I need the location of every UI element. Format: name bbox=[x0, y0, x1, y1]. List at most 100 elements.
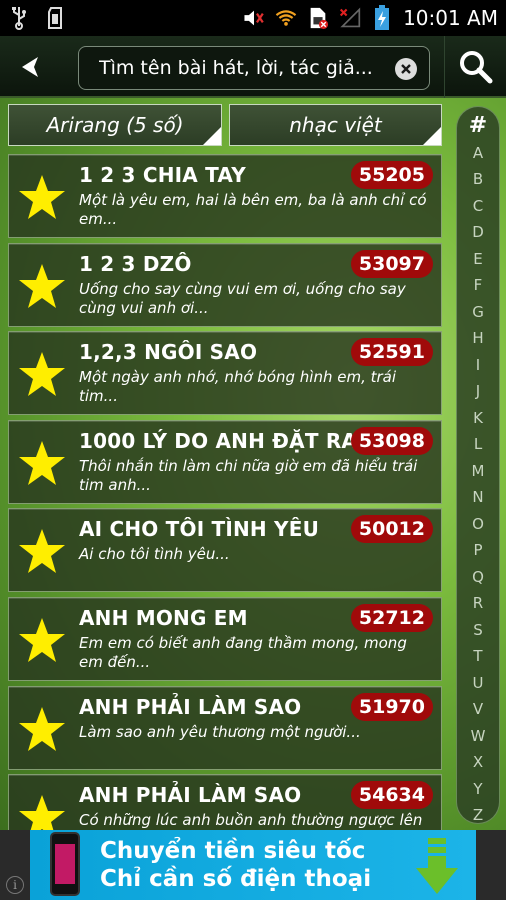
alpha-index-item[interactable]: K bbox=[457, 405, 499, 432]
song-code-badge: 50012 bbox=[350, 515, 433, 544]
alpha-index-item[interactable]: X bbox=[457, 749, 499, 776]
song-row[interactable]: ANH MONG EM 52712 Em em có biết anh đang… bbox=[8, 596, 442, 681]
alpha-index-item[interactable]: W bbox=[457, 723, 499, 750]
song-lyric: Một là yêu em, hai là bên em, ba là anh … bbox=[79, 191, 427, 228]
song-list-area: Arirang (5 số) nhạc việt 1 2 3 CHIA TAY … bbox=[0, 98, 506, 830]
song-lyric: Uống cho say cùng vui em ơi, uống cho sa… bbox=[79, 279, 406, 317]
alpha-index-item[interactable]: U bbox=[457, 670, 499, 697]
ad-content[interactable]: Chuyển tiền siêu tốc Chỉ cần số điện tho… bbox=[30, 830, 476, 900]
song-title: AI CHO TÔI TÌNH YÊU bbox=[79, 517, 320, 542]
alpha-index-item[interactable]: G bbox=[457, 299, 499, 326]
alpha-index-item[interactable]: B bbox=[457, 166, 499, 193]
status-bar: 10:01 AM bbox=[0, 0, 506, 36]
alpha-index-item[interactable]: V bbox=[457, 696, 499, 723]
search-input[interactable]: Tìm tên bài hát, lời, tác giả... bbox=[78, 46, 430, 90]
dropdown-corner-icon bbox=[203, 127, 221, 145]
genre-filter-label: nhạc việt bbox=[289, 113, 382, 137]
song-title: ANH PHẢI LÀM SAO bbox=[79, 783, 302, 808]
song-title: 1 2 3 DZÔ bbox=[79, 251, 192, 276]
ad-subline: Chỉ cần số điện thoại bbox=[100, 866, 372, 892]
alpha-index-item[interactable]: I bbox=[457, 352, 499, 379]
search-header: Tìm tên bài hát, lời, tác giả... bbox=[0, 36, 506, 98]
song-row[interactable]: 1 2 3 CHIA TAY 55205 Một là yêu em, hai … bbox=[8, 154, 442, 238]
songbook-filter[interactable]: Arirang (5 số) bbox=[8, 104, 222, 146]
song-code-badge: 51970 bbox=[350, 692, 433, 721]
alpha-index-item[interactable]: J bbox=[457, 378, 499, 405]
phone-icon bbox=[50, 832, 80, 896]
clock: 10:01 AM bbox=[403, 6, 498, 30]
alpha-index-item[interactable]: R bbox=[457, 590, 499, 617]
search-placeholder: Tìm tên bài hát, lời, tác giả... bbox=[99, 57, 373, 79]
song-row[interactable]: 1000 LÝ DO ANH ĐẶT RA 53098 Thôi nhắn ti… bbox=[8, 419, 442, 504]
battery-charging-icon bbox=[371, 5, 393, 30]
favorite-star-icon[interactable] bbox=[17, 793, 67, 830]
alpha-index-item[interactable]: P bbox=[457, 537, 499, 564]
sd-card-icon bbox=[44, 7, 66, 29]
ad-headline: Chuyển tiền siêu tốc bbox=[100, 838, 366, 864]
search-button[interactable] bbox=[444, 36, 506, 98]
alpha-index-item[interactable]: Z bbox=[457, 802, 499, 829]
song-code-badge: 53098 bbox=[350, 426, 433, 455]
alpha-index-item[interactable]: H bbox=[457, 325, 499, 352]
alpha-index-item[interactable]: # bbox=[457, 113, 499, 140]
song-lyric: Thôi nhắn tin làm chi nữa giờ em đã hiểu… bbox=[79, 456, 418, 494]
song-title: 1 2 3 CHIA TAY bbox=[79, 163, 246, 187]
no-signal-icon bbox=[339, 7, 361, 29]
favorite-star-icon[interactable] bbox=[17, 439, 67, 487]
alpha-index-item[interactable]: S bbox=[457, 617, 499, 644]
favorite-star-icon[interactable] bbox=[17, 527, 67, 575]
songbook-filter-label: Arirang (5 số) bbox=[46, 113, 184, 137]
alphabet-index[interactable]: # A B C D E F G H I J K L M N O P Q R S … bbox=[456, 106, 500, 824]
song-row[interactable]: AI CHO TÔI TÌNH YÊU 50012 Ai cho tôi tìn… bbox=[8, 508, 442, 593]
song-list: 1 2 3 CHIA TAY 55205 Một là yêu em, hai … bbox=[8, 154, 442, 830]
alpha-index-item[interactable]: N bbox=[457, 484, 499, 511]
song-row[interactable]: ANH PHẢI LÀM SAO 54634 Có những lúc anh … bbox=[8, 774, 442, 830]
alpha-index-item[interactable]: O bbox=[457, 511, 499, 538]
alpha-index-item[interactable]: M bbox=[457, 458, 499, 485]
song-code-badge: 55205 bbox=[350, 161, 433, 189]
song-lyric: Một ngày anh nhớ, nhớ bóng hình em, trái… bbox=[79, 368, 397, 406]
ad-info-icon[interactable]: i bbox=[6, 876, 24, 894]
wifi-icon bbox=[275, 7, 297, 29]
alpha-index-item[interactable]: T bbox=[457, 643, 499, 670]
song-code-badge: 53097 bbox=[350, 249, 433, 278]
ad-banner[interactable]: i Chuyển tiền siêu tốc Chỉ cần số điện t… bbox=[0, 830, 506, 900]
alpha-index-item[interactable]: E bbox=[457, 246, 499, 273]
back-arrow-icon bbox=[22, 57, 38, 77]
back-button[interactable] bbox=[6, 44, 56, 90]
song-code-badge: 54634 bbox=[350, 781, 433, 810]
alpha-index-item[interactable]: Q bbox=[457, 564, 499, 591]
clear-icon[interactable] bbox=[395, 58, 417, 80]
song-lyric: Em em có biết anh đang thầm mong, mong e… bbox=[79, 633, 407, 671]
favorite-star-icon[interactable] bbox=[17, 173, 67, 221]
song-row[interactable]: 1 2 3 DZÔ 53097 Uống cho say cùng vui em… bbox=[8, 242, 442, 327]
alpha-index-item[interactable]: D bbox=[457, 219, 499, 246]
sim-error-icon bbox=[307, 7, 329, 29]
favorite-star-icon[interactable] bbox=[17, 350, 67, 398]
usb-icon bbox=[8, 7, 30, 30]
alpha-index-item[interactable]: L bbox=[457, 431, 499, 458]
genre-filter[interactable]: nhạc việt bbox=[229, 104, 442, 146]
favorite-star-icon[interactable] bbox=[17, 705, 67, 753]
song-row[interactable]: 1,2,3 NGÔI SAO 52591 Một ngày anh nhớ, n… bbox=[8, 331, 442, 416]
favorite-star-icon[interactable] bbox=[17, 616, 67, 664]
dropdown-corner-icon bbox=[423, 127, 441, 145]
alpha-index-item[interactable]: C bbox=[457, 193, 499, 220]
song-row[interactable]: ANH PHẢI LÀM SAO 51970 Làm sao anh yêu t… bbox=[8, 685, 442, 770]
song-title: 1,2,3 NGÔI SAO bbox=[79, 340, 258, 365]
alpha-index-item[interactable]: A bbox=[457, 140, 499, 167]
mute-icon bbox=[243, 7, 265, 29]
song-title: 1000 LÝ DO ANH ĐẶT RA bbox=[79, 428, 358, 453]
song-lyric: Có những lúc anh buồn anh thường ngược l… bbox=[79, 811, 423, 830]
song-title: ANH PHẢI LÀM SAO bbox=[79, 694, 302, 719]
alpha-index-item[interactable]: F bbox=[457, 272, 499, 299]
song-code-badge: 52712 bbox=[350, 603, 433, 632]
song-title: ANH MONG EM bbox=[79, 605, 248, 630]
download-arrow-icon bbox=[416, 838, 458, 894]
favorite-star-icon[interactable] bbox=[17, 262, 67, 310]
song-code-badge: 52591 bbox=[350, 338, 433, 367]
search-icon bbox=[459, 51, 492, 84]
song-lyric: Làm sao anh yêu thương một người... bbox=[79, 722, 361, 741]
song-lyric: Ai cho tôi tình yêu... bbox=[79, 545, 230, 564]
alpha-index-item[interactable]: Y bbox=[457, 776, 499, 803]
